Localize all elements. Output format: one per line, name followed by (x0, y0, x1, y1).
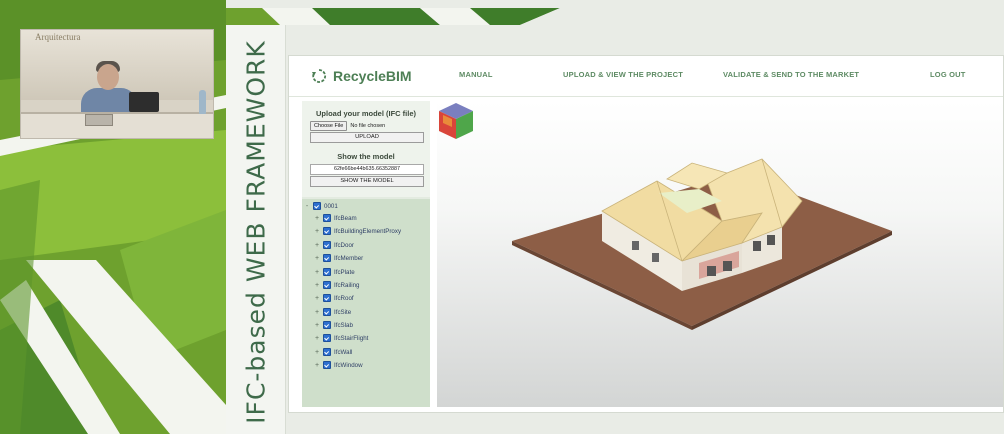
checkbox-icon[interactable] (323, 294, 331, 302)
tree-item-label: IfcWall (334, 348, 353, 356)
upload-heading: Upload your model (IFC file) (315, 109, 416, 118)
window (632, 241, 639, 250)
tree-item[interactable]: + IfcPlate (314, 267, 355, 277)
window (767, 235, 775, 245)
ifc-tree: - 0001 + IfcBeam + IfcBuildingElementPro… (302, 199, 430, 407)
slide-title: IFC-based WEB FRAMEWORK (241, 40, 271, 424)
nav-validate-send[interactable]: VALIDATE & SEND TO THE MARKET (723, 70, 859, 79)
tree-item[interactable]: + IfcSlab (314, 320, 353, 330)
window (652, 253, 659, 262)
upload-button[interactable]: UPLOAD (310, 132, 424, 143)
tree-item-label: IfcBeam (334, 214, 357, 222)
speaker-head (97, 64, 119, 90)
tree-item[interactable]: + IfcRailing (314, 280, 359, 290)
expand-icon[interactable]: + (314, 335, 320, 342)
nav-logout[interactable]: LOG OUT (930, 70, 966, 79)
model-id-field[interactable]: 62fe66be44b635.66352887 (310, 164, 424, 175)
checkbox-icon[interactable] (323, 321, 331, 329)
tree-item-label: IfcDoor (334, 241, 354, 249)
desk-device (85, 114, 113, 126)
tree-root-label: 0001 (324, 202, 338, 210)
water-bottle (199, 90, 206, 114)
expand-icon[interactable]: + (314, 322, 320, 329)
window (753, 241, 761, 251)
expand-icon[interactable]: + (314, 255, 320, 262)
tree-item[interactable]: + IfcMember (314, 253, 363, 263)
tree-item-label: IfcWindow (334, 361, 363, 369)
slide: Arquitectura IFC-based WEB FRAMEWORK Rec… (0, 0, 1004, 434)
tree-item-label: IfcBuildingElementProxy (334, 227, 402, 235)
checkbox-icon[interactable] (313, 202, 321, 210)
expand-icon[interactable]: + (314, 349, 320, 356)
expand-icon[interactable]: + (314, 269, 320, 276)
checkbox-icon[interactable] (323, 268, 331, 276)
checkbox-icon[interactable] (323, 241, 331, 249)
collapse-icon[interactable]: - (304, 203, 310, 210)
expand-icon[interactable]: + (314, 228, 320, 235)
tree-item-label: IfcMember (334, 254, 364, 262)
expand-icon[interactable]: + (314, 242, 320, 249)
video-plaque: Arquitectura (35, 32, 81, 42)
expand-icon[interactable]: + (314, 309, 320, 316)
window (707, 266, 716, 276)
building-model[interactable] (437, 101, 1003, 407)
tree-item[interactable]: + IfcSite (314, 307, 351, 317)
speaker-video: Arquitectura (20, 29, 214, 139)
recyclebim-app: RecycleBIM MANUAL UPLOAD & VIEW THE PROJ… (288, 55, 1004, 413)
tree-item[interactable]: + IfcRoof (314, 293, 354, 303)
lectern-table (21, 112, 213, 138)
sidebar: Upload your model (IFC file) Choose File… (302, 101, 430, 407)
tree-item[interactable]: + IfcBeam (314, 213, 357, 223)
tree-item[interactable]: + IfcWindow (314, 360, 363, 370)
nav-upload-view[interactable]: UPLOAD & VIEW THE PROJECT (563, 70, 683, 79)
tree-item-label: IfcStairFlight (334, 334, 369, 342)
tree-item[interactable]: + IfcWall (314, 347, 352, 357)
laptop (129, 92, 159, 112)
tree-item-label: IfcSlab (334, 321, 353, 329)
expand-icon[interactable]: + (314, 282, 320, 289)
checkbox-icon[interactable] (323, 348, 331, 356)
checkbox-icon[interactable] (323, 214, 331, 222)
tree-item-label: IfcSite (334, 308, 352, 316)
file-status: No file chosen (350, 123, 386, 129)
checkbox-icon[interactable] (323, 227, 331, 235)
logo-text: RecycleBIM (333, 68, 412, 84)
checkbox-icon[interactable] (323, 334, 331, 342)
tree-item[interactable]: + IfcDoor (314, 240, 354, 250)
tree-item[interactable]: + IfcBuildingElementProxy (314, 226, 401, 236)
checkbox-icon[interactable] (323, 361, 331, 369)
checkbox-icon[interactable] (323, 254, 331, 262)
expand-icon[interactable]: + (314, 215, 320, 222)
expand-icon[interactable]: + (314, 362, 320, 369)
tree-item[interactable]: + IfcStairFlight (314, 333, 368, 343)
tree-item-label: IfcPlate (334, 268, 355, 276)
choose-file-button[interactable]: Choose File (310, 121, 348, 131)
show-model-button[interactable]: SHOW THE MODEL (310, 176, 424, 187)
show-model-heading: Show the model (337, 152, 395, 161)
checkbox-icon[interactable] (323, 281, 331, 289)
tree-item-label: IfcRoof (334, 294, 354, 302)
app-logo[interactable]: RecycleBIM (311, 66, 412, 86)
tree-root[interactable]: - 0001 (304, 201, 338, 211)
top-navbar: RecycleBIM MANUAL UPLOAD & VIEW THE PROJ… (289, 56, 1003, 97)
view-cube-icon[interactable] (437, 101, 475, 141)
recycle-icon (312, 69, 327, 83)
sidebar-controls: Upload your model (IFC file) Choose File… (302, 101, 430, 197)
tree-item-label: IfcRailing (334, 281, 360, 289)
window (723, 261, 732, 271)
checkbox-icon[interactable] (323, 308, 331, 316)
nav-manual[interactable]: MANUAL (459, 70, 493, 79)
3d-viewer[interactable] (437, 101, 1003, 407)
expand-icon[interactable]: + (314, 295, 320, 302)
file-picker: Choose File No file chosen (310, 121, 385, 131)
